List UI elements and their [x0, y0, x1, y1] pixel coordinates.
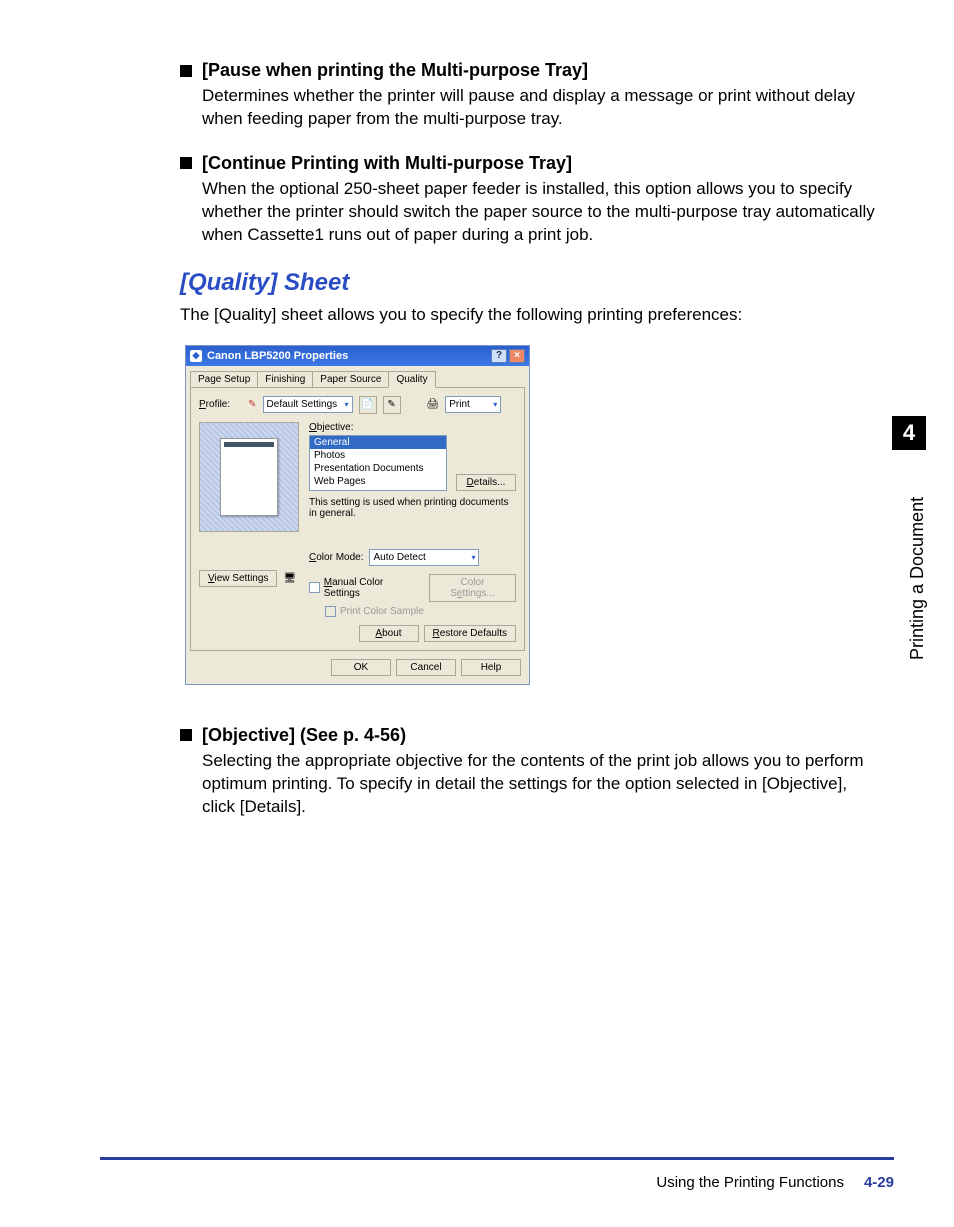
cancel-button[interactable]: Cancel [396, 659, 456, 676]
add-profile-icon[interactable]: 📄 [359, 396, 377, 414]
item-pause-body: Determines whether the printer will paus… [202, 85, 880, 131]
objective-listbox[interactable]: General Photos Presentation Documents We… [309, 435, 447, 491]
tab-paper-source[interactable]: Paper Source [312, 371, 389, 388]
tab-finishing[interactable]: Finishing [257, 371, 313, 388]
objective-label: Objective: [309, 422, 516, 433]
edit-profile-icon[interactable]: ✎ [383, 396, 401, 414]
help-button[interactable]: ? [491, 349, 507, 363]
item-continue-title: [Continue Printing with Multi-purpose Tr… [202, 153, 572, 174]
tab-quality[interactable]: Quality [388, 371, 435, 388]
objective-item-presentation[interactable]: Presentation Documents [310, 462, 446, 475]
profile-label: Profile: [199, 399, 230, 410]
preview-pane [199, 422, 299, 532]
page-thumbnail [220, 438, 278, 516]
bullet-icon [180, 729, 192, 741]
item-continue-body: When the optional 250-sheet paper feeder… [202, 178, 880, 247]
section-heading: [Quality] Sheet [180, 269, 880, 297]
color-mode-label: Color Mode: [309, 552, 363, 563]
color-mode-value: Auto Detect [373, 552, 425, 563]
item-pause-title: [Pause when printing the Multi-purpose T… [202, 60, 588, 81]
close-button[interactable]: × [509, 349, 525, 363]
restore-defaults-button[interactable]: Restore Defaults [424, 625, 517, 642]
objective-hint: This setting is used when printing docum… [309, 497, 516, 519]
item-objective-body: Selecting the appropriate objective for … [202, 750, 880, 819]
color-settings-button: Color Settings... [429, 574, 516, 602]
profile-value: Default Settings [267, 399, 338, 410]
about-button[interactable]: About [359, 625, 419, 642]
print-select[interactable]: Print ▾ [445, 396, 501, 413]
print-label: Print [449, 399, 470, 410]
profile-select[interactable]: Default Settings ▾ [263, 396, 353, 413]
ok-button[interactable]: OK [331, 659, 391, 676]
chevron-down-icon: ▾ [471, 553, 475, 562]
view-settings-button[interactable]: View Settings [199, 570, 277, 587]
section-intro: The [Quality] sheet allows you to specif… [180, 305, 880, 325]
bullet-icon [180, 157, 192, 169]
objective-item-web[interactable]: Web Pages [310, 475, 446, 488]
chevron-down-icon: ▾ [493, 400, 497, 409]
details-button[interactable]: Details... [456, 474, 516, 491]
printer-icon: 🖨 [427, 399, 440, 410]
chapter-tab: 4 [892, 416, 926, 450]
footer-rule [100, 1157, 894, 1160]
footer-section: Using the Printing Functions [656, 1174, 844, 1191]
objective-item-photos[interactable]: Photos [310, 449, 446, 462]
properties-dialog: ◆ Canon LBP5200 Properties ? × Page Setu… [185, 345, 530, 685]
item-objective-title: [Objective] (See p. 4-56) [202, 725, 406, 746]
dialog-title: Canon LBP5200 Properties [207, 350, 348, 362]
chevron-down-icon: ▾ [345, 400, 349, 409]
tab-page-setup[interactable]: Page Setup [190, 371, 258, 388]
chapter-label: Printing a Document [907, 460, 928, 660]
color-mode-select[interactable]: Auto Detect ▾ [369, 549, 479, 566]
objective-item-general[interactable]: General [310, 436, 446, 449]
manual-color-checkbox[interactable]: Manual Color Settings [309, 577, 419, 599]
canon-app-icon: ◆ [190, 350, 202, 362]
page-number: 4-29 [864, 1174, 894, 1191]
monitor-icon[interactable]: 🖥 [283, 573, 296, 584]
bullet-icon [180, 65, 192, 77]
help-footer-button[interactable]: Help [461, 659, 521, 676]
print-sample-checkbox: Print Color Sample [325, 606, 516, 617]
